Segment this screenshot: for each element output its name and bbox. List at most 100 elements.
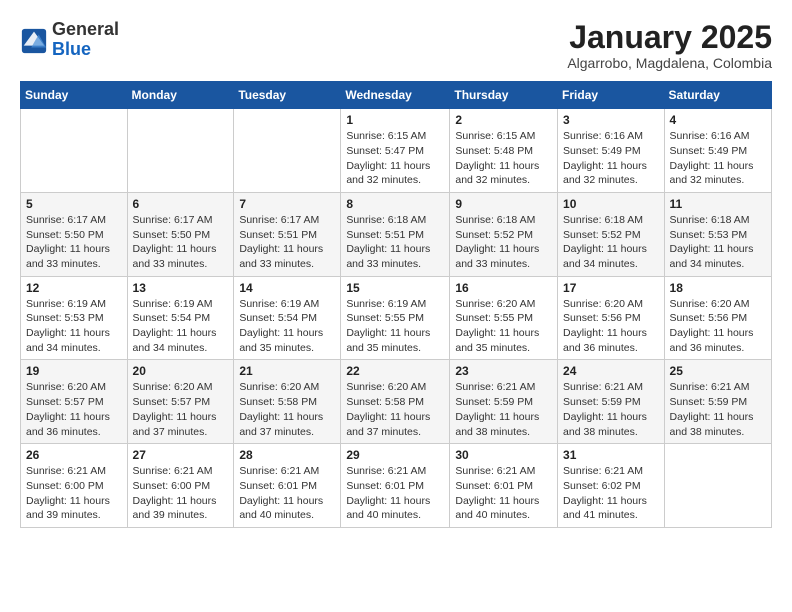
day-number: 2: [455, 113, 552, 127]
day-detail: Sunrise: 6:21 AM Sunset: 5:59 PM Dayligh…: [670, 380, 766, 439]
calendar-cell: 4 Sunrise: 6:16 AM Sunset: 5:49 PM Daylig…: [664, 109, 771, 193]
day-number: 19: [26, 364, 122, 378]
day-detail: Sunrise: 6:16 AM Sunset: 5:49 PM Dayligh…: [670, 129, 766, 188]
day-detail: Sunrise: 6:17 AM Sunset: 5:51 PM Dayligh…: [239, 213, 335, 272]
day-detail: Sunrise: 6:19 AM Sunset: 5:55 PM Dayligh…: [346, 297, 444, 356]
calendar-cell: 26Sunrise: 6:21 AM Sunset: 6:00 PM Dayli…: [21, 444, 128, 528]
day-detail: Sunrise: 6:18 AM Sunset: 5:52 PM Dayligh…: [563, 213, 659, 272]
day-detail: Sunrise: 6:18 AM Sunset: 5:51 PM Dayligh…: [346, 213, 444, 272]
day-number: 6: [133, 197, 229, 211]
calendar-cell: [234, 109, 341, 193]
day-detail: Sunrise: 6:16 AM Sunset: 5:49 PM Dayligh…: [563, 129, 659, 188]
day-detail: Sunrise: 6:20 AM Sunset: 5:57 PM Dayligh…: [133, 380, 229, 439]
day-number: 26: [26, 448, 122, 462]
day-number: 21: [239, 364, 335, 378]
logo-general: General: [52, 20, 119, 40]
day-detail: Sunrise: 6:20 AM Sunset: 5:56 PM Dayligh…: [563, 297, 659, 356]
day-detail: Sunrise: 6:20 AM Sunset: 5:55 PM Dayligh…: [455, 297, 552, 356]
day-detail: Sunrise: 6:21 AM Sunset: 6:02 PM Dayligh…: [563, 464, 659, 523]
day-detail: Sunrise: 6:21 AM Sunset: 6:00 PM Dayligh…: [133, 464, 229, 523]
day-number: 4: [670, 113, 766, 127]
day-number: 30: [455, 448, 552, 462]
page-header: General Blue January 2025 Algarrobo, Mag…: [20, 20, 772, 71]
calendar-week-row: 12 Sunrise: 6:19 AM Sunset: 5:53 PM Dayli…: [21, 276, 772, 360]
calendar-cell: 9Sunrise: 6:18 AM Sunset: 5:52 PM Daylig…: [450, 192, 558, 276]
day-number: 27: [133, 448, 229, 462]
calendar-cell: 20Sunrise: 6:20 AM Sunset: 5:57 PM Dayli…: [127, 360, 234, 444]
day-number: 12: [26, 281, 122, 295]
day-number: 16: [455, 281, 552, 295]
day-detail: Sunrise: 6:15 AM Sunset: 5:48 PM Dayligh…: [455, 129, 552, 188]
day-detail: Sunrise: 6:20 AM Sunset: 5:58 PM Dayligh…: [346, 380, 444, 439]
day-number: 9: [455, 197, 552, 211]
day-detail: Sunrise: 6:17 AM Sunset: 5:50 PM Dayligh…: [133, 213, 229, 272]
calendar-cell: 30 Sunrise: 6:21 AM Sunset: 6:01 PM Dayli…: [450, 444, 558, 528]
calendar-header-row: SundayMondayTuesdayWednesdayThursdayFrid…: [21, 82, 772, 109]
day-detail: Sunrise: 6:20 AM Sunset: 5:56 PM Dayligh…: [670, 297, 766, 356]
day-number: 25: [670, 364, 766, 378]
calendar-cell: 7 Sunrise: 6:17 AM Sunset: 5:51 PM Daylig…: [234, 192, 341, 276]
day-number: 17: [563, 281, 659, 295]
day-detail: Sunrise: 6:21 AM Sunset: 6:01 PM Dayligh…: [346, 464, 444, 523]
calendar-cell: 29 Sunrise: 6:21 AM Sunset: 6:01 PM Dayli…: [341, 444, 450, 528]
day-detail: Sunrise: 6:21 AM Sunset: 5:59 PM Dayligh…: [455, 380, 552, 439]
calendar-cell: 16 Sunrise: 6:20 AM Sunset: 5:55 PM Dayli…: [450, 276, 558, 360]
day-number: 10: [563, 197, 659, 211]
day-number: 24: [563, 364, 659, 378]
calendar-cell: 5 Sunrise: 6:17 AM Sunset: 5:50 PM Daylig…: [21, 192, 128, 276]
day-number: 22: [346, 364, 444, 378]
logo: General Blue: [20, 20, 119, 60]
calendar-cell: 31 Sunrise: 6:21 AM Sunset: 6:02 PM Dayli…: [558, 444, 665, 528]
calendar-cell: 28 Sunrise: 6:21 AM Sunset: 6:01 PM Dayli…: [234, 444, 341, 528]
calendar-cell: 27 Sunrise: 6:21 AM Sunset: 6:00 PM Dayli…: [127, 444, 234, 528]
calendar-cell: 12 Sunrise: 6:19 AM Sunset: 5:53 PM Dayli…: [21, 276, 128, 360]
day-number: 31: [563, 448, 659, 462]
calendar-cell: [21, 109, 128, 193]
day-number: 18: [670, 281, 766, 295]
calendar-cell: 14Sunrise: 6:19 AM Sunset: 5:54 PM Dayli…: [234, 276, 341, 360]
day-number: 23: [455, 364, 552, 378]
logo-icon: [20, 27, 48, 55]
day-detail: Sunrise: 6:20 AM Sunset: 5:57 PM Dayligh…: [26, 380, 122, 439]
day-number: 3: [563, 113, 659, 127]
calendar-cell: 10 Sunrise: 6:18 AM Sunset: 5:52 PM Dayli…: [558, 192, 665, 276]
day-detail: Sunrise: 6:21 AM Sunset: 5:59 PM Dayligh…: [563, 380, 659, 439]
day-detail: Sunrise: 6:17 AM Sunset: 5:50 PM Dayligh…: [26, 213, 122, 272]
day-detail: Sunrise: 6:19 AM Sunset: 5:54 PM Dayligh…: [239, 297, 335, 356]
calendar-week-row: 19 Sunrise: 6:20 AM Sunset: 5:57 PM Dayli…: [21, 360, 772, 444]
calendar-cell: 13 Sunrise: 6:19 AM Sunset: 5:54 PM Dayli…: [127, 276, 234, 360]
calendar-cell: 21 Sunrise: 6:20 AM Sunset: 5:58 PM Dayli…: [234, 360, 341, 444]
day-number: 13: [133, 281, 229, 295]
calendar-day-header: Thursday: [450, 82, 558, 109]
calendar-cell: 22 Sunrise: 6:20 AM Sunset: 5:58 PM Dayli…: [341, 360, 450, 444]
day-detail: Sunrise: 6:21 AM Sunset: 6:01 PM Dayligh…: [455, 464, 552, 523]
day-detail: Sunrise: 6:19 AM Sunset: 5:54 PM Dayligh…: [133, 297, 229, 356]
day-detail: Sunrise: 6:19 AM Sunset: 5:53 PM Dayligh…: [26, 297, 122, 356]
calendar-day-header: Sunday: [21, 82, 128, 109]
calendar-cell: 17 Sunrise: 6:20 AM Sunset: 5:56 PM Dayli…: [558, 276, 665, 360]
calendar-cell: 18 Sunrise: 6:20 AM Sunset: 5:56 PM Dayli…: [664, 276, 771, 360]
calendar-cell: 15 Sunrise: 6:19 AM Sunset: 5:55 PM Dayli…: [341, 276, 450, 360]
calendar-day-header: Wednesday: [341, 82, 450, 109]
day-number: 7: [239, 197, 335, 211]
calendar-table: SundayMondayTuesdayWednesdayThursdayFrid…: [20, 81, 772, 528]
location-title: Algarrobo, Magdalena, Colombia: [567, 55, 772, 71]
day-number: 5: [26, 197, 122, 211]
logo-blue: Blue: [52, 40, 119, 60]
day-number: 8: [346, 197, 444, 211]
calendar-cell: 8 Sunrise: 6:18 AM Sunset: 5:51 PM Daylig…: [341, 192, 450, 276]
title-area: January 2025 Algarrobo, Magdalena, Colom…: [567, 20, 772, 71]
calendar-cell: 6 Sunrise: 6:17 AM Sunset: 5:50 PM Daylig…: [127, 192, 234, 276]
day-detail: Sunrise: 6:21 AM Sunset: 6:01 PM Dayligh…: [239, 464, 335, 523]
day-detail: Sunrise: 6:20 AM Sunset: 5:58 PM Dayligh…: [239, 380, 335, 439]
calendar-cell: 11Sunrise: 6:18 AM Sunset: 5:53 PM Dayli…: [664, 192, 771, 276]
month-title: January 2025: [567, 20, 772, 55]
calendar-cell: 3 Sunrise: 6:16 AM Sunset: 5:49 PM Daylig…: [558, 109, 665, 193]
calendar-cell: 23 Sunrise: 6:21 AM Sunset: 5:59 PM Dayli…: [450, 360, 558, 444]
calendar-day-header: Saturday: [664, 82, 771, 109]
day-number: 1: [346, 113, 444, 127]
day-number: 15: [346, 281, 444, 295]
day-number: 29: [346, 448, 444, 462]
calendar-cell: [127, 109, 234, 193]
day-number: 28: [239, 448, 335, 462]
